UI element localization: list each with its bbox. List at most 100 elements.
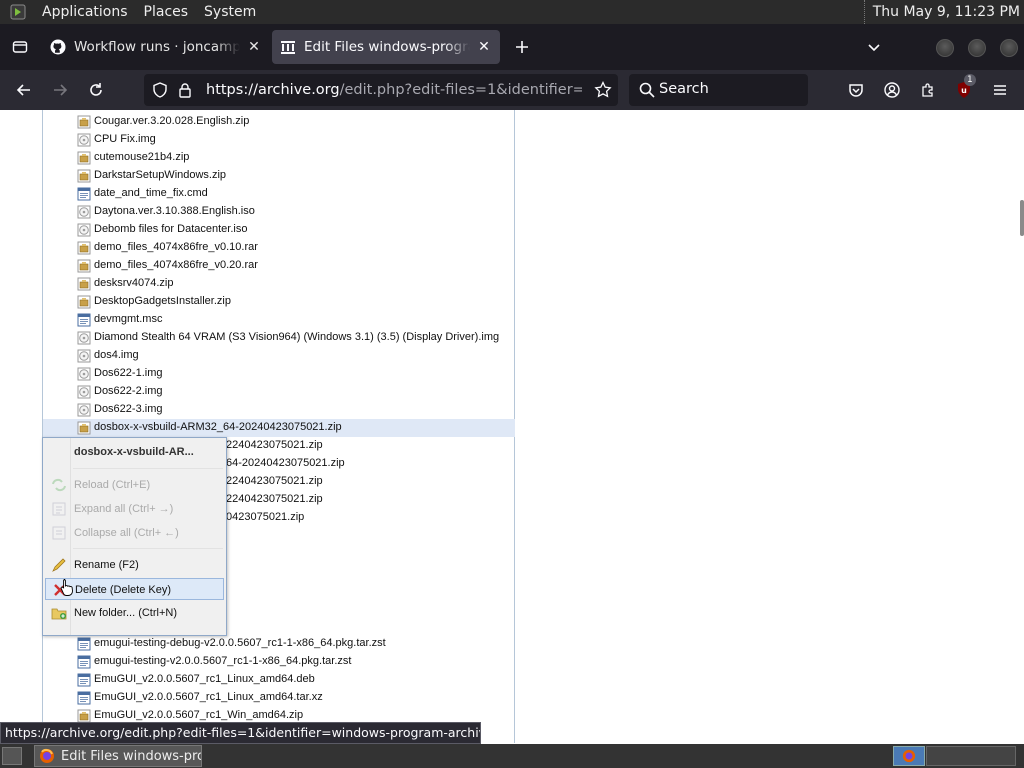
close-window-button[interactable] bbox=[1000, 39, 1018, 57]
file-name: 2240423075021.zip bbox=[226, 475, 323, 487]
back-button[interactable] bbox=[10, 76, 38, 104]
applications-logo-icon[interactable] bbox=[8, 3, 28, 21]
tree-row[interactable]: cutemouse21b4.zip bbox=[43, 149, 515, 167]
url-bar[interactable]: https://archive.org/edit.php?edit-files=… bbox=[144, 74, 618, 106]
disk-image-icon bbox=[77, 133, 91, 147]
context-menu-item-pencil[interactable]: Rename (F2) bbox=[45, 554, 224, 576]
tree-row[interactable]: demo_files_4074x86fre_v0.10.rar bbox=[43, 239, 515, 257]
tab-edit-files[interactable]: Edit Files windows-program-archive ✕ bbox=[272, 30, 500, 64]
close-tab-icon[interactable]: ✕ bbox=[476, 39, 492, 55]
disk-image-icon bbox=[77, 367, 91, 381]
file-name: 0423075021.zip bbox=[226, 511, 305, 523]
lock-icon[interactable] bbox=[178, 82, 192, 102]
file-name: devmgmt.msc bbox=[94, 313, 163, 325]
menu-places[interactable]: Places bbox=[136, 0, 197, 24]
tree-row-selected[interactable]: dosbox-x-vsbuild-ARM32_64-20240423075021… bbox=[43, 419, 515, 437]
tree-row[interactable]: desksrv4074.zip bbox=[43, 275, 515, 293]
tracking-protection-shield-icon[interactable] bbox=[152, 82, 168, 102]
extensions-button[interactable] bbox=[914, 76, 942, 104]
tab-workflow-runs[interactable]: Workflow runs · joncampbell123/dosbox-x … bbox=[42, 30, 270, 64]
github-icon bbox=[50, 39, 66, 55]
tree-row[interactable]: EmuGUI_v2.0.0.5607_rc1_Linux_amd64.tar.x… bbox=[43, 689, 515, 707]
tree-row[interactable]: emugui-testing-debug-v2.0.0.5607_rc1-1-x… bbox=[43, 635, 515, 653]
tree-row[interactable]: emugui-testing-v2.0.0.5607_rc1-1-x86_64.… bbox=[43, 653, 515, 671]
search-placeholder: Search bbox=[659, 81, 709, 97]
bookmark-star-icon[interactable] bbox=[594, 80, 612, 103]
tree-row[interactable]: date_and_time_fix.cmd bbox=[43, 185, 515, 203]
file-name: 2240423075021.zip bbox=[226, 439, 323, 451]
disk-image-icon bbox=[77, 385, 91, 399]
page-scrollbar-thumb[interactable] bbox=[1020, 200, 1024, 236]
menu-system[interactable]: System bbox=[196, 0, 264, 24]
disk-image-icon bbox=[77, 205, 91, 219]
disk-image-icon bbox=[77, 223, 91, 237]
taskbar-firefox-window[interactable]: Edit Files windows-program-archive bbox=[34, 745, 202, 767]
text-file-icon bbox=[77, 691, 91, 705]
app-menu-button[interactable] bbox=[986, 76, 1014, 104]
text-file-icon bbox=[77, 637, 91, 651]
tree-row[interactable]: Diamond Stealth 64 VRAM (S3 Vision964) (… bbox=[43, 329, 515, 347]
ublock-origin-button[interactable]: u 1 bbox=[950, 74, 978, 104]
file-name: Debomb files for Datacenter.iso bbox=[94, 223, 248, 235]
tree-row[interactable]: Dos622-1.img bbox=[43, 365, 515, 383]
firefox-view-icon bbox=[12, 41, 28, 53]
file-name: DesktopGadgetsInstaller.zip bbox=[94, 295, 231, 307]
tree-row[interactable]: Debomb files for Datacenter.iso bbox=[43, 221, 515, 239]
close-tab-icon[interactable]: ✕ bbox=[246, 39, 262, 55]
taskbar-task-label: Edit Files windows-program-archive bbox=[61, 748, 201, 764]
tree-row[interactable]: DarkstarSetupWindows.zip bbox=[43, 167, 515, 185]
text-file-icon bbox=[77, 655, 91, 669]
tree-row[interactable]: Cougar.ver.3.20.028.English.zip bbox=[43, 113, 515, 131]
tab-strip: Workflow runs · joncampbell123/dosbox-x … bbox=[0, 24, 1024, 70]
list-all-tabs-button[interactable] bbox=[860, 24, 888, 70]
text-file-icon bbox=[77, 673, 91, 687]
archive-org-icon bbox=[280, 39, 296, 55]
workspace-2-button[interactable] bbox=[926, 746, 1016, 766]
pocket-icon bbox=[849, 84, 863, 97]
search-icon bbox=[639, 82, 655, 102]
context-menu-item-label: Expand all (Ctrl+ →) bbox=[74, 503, 174, 515]
context-menu-item-label: Collapse all (Ctrl+ ←) bbox=[74, 527, 179, 539]
tree-row[interactable]: demo_files_4074x86fre_v0.20.rar bbox=[43, 257, 515, 275]
text-file-icon bbox=[77, 187, 91, 201]
plus-icon bbox=[516, 41, 528, 53]
link-status-tooltip: https://archive.org/edit.php?edit-files=… bbox=[0, 722, 481, 744]
tree-row[interactable]: CPU Fix.img bbox=[43, 131, 515, 149]
menu-separator bbox=[73, 548, 223, 549]
context-menu: dosbox-x-vsbuild-AR... Reload (Ctrl+E) Ex… bbox=[42, 437, 227, 636]
firefox-view-button[interactable] bbox=[0, 24, 40, 70]
forward-button[interactable] bbox=[46, 76, 74, 104]
file-name: EmuGUI_v2.0.0.5607_rc1_Linux_amd64.tar.x… bbox=[94, 691, 323, 703]
context-menu-item-label: Rename (F2) bbox=[74, 559, 139, 571]
tree-row[interactable]: Dos622-2.img bbox=[43, 383, 515, 401]
reload-icon bbox=[51, 478, 67, 492]
context-menu-item-reload[interactable]: Reload (Ctrl+E) bbox=[45, 474, 224, 496]
tree-row[interactable]: DesktopGadgetsInstaller.zip bbox=[43, 293, 515, 311]
firefox-icon bbox=[902, 749, 916, 763]
context-menu-item-collapse-all[interactable]: Collapse all (Ctrl+ ←) bbox=[45, 522, 224, 544]
pocket-button[interactable] bbox=[842, 76, 870, 104]
search-bar[interactable]: Search bbox=[629, 74, 808, 106]
tree-row[interactable]: Daytona.ver.3.10.388.English.iso bbox=[43, 203, 515, 221]
context-menu-item-new-folder[interactable]: New folder... (Ctrl+N) bbox=[45, 602, 224, 624]
menu-applications[interactable]: Applications bbox=[34, 0, 136, 24]
pencil-icon bbox=[51, 558, 67, 572]
tree-row[interactable]: EmuGUI_v2.0.0.5607_rc1_Linux_amd64.deb bbox=[43, 671, 515, 689]
context-menu-item-expand-all[interactable]: Expand all (Ctrl+ →) bbox=[45, 498, 224, 520]
tree-row[interactable]: devmgmt.msc bbox=[43, 311, 515, 329]
file-name: emugui-testing-debug-v2.0.0.5607_rc1-1-x… bbox=[94, 637, 386, 649]
reload-icon bbox=[90, 83, 102, 96]
panel-clock[interactable]: Thu May 9, 11:23 PM bbox=[863, 0, 1020, 24]
new-tab-button[interactable] bbox=[504, 30, 540, 64]
minimize-window-button[interactable] bbox=[936, 39, 954, 57]
tab-title: Workflow runs · joncampbell123/dosbox-x bbox=[74, 39, 240, 55]
account-button[interactable] bbox=[878, 76, 906, 104]
tree-row[interactable]: Dos622-3.img bbox=[43, 401, 515, 419]
disk-image-icon bbox=[77, 349, 91, 363]
context-menu-item-label: Delete (Delete Key) bbox=[75, 584, 171, 596]
show-desktop-button[interactable] bbox=[2, 747, 22, 765]
reload-button[interactable] bbox=[82, 76, 110, 104]
workspace-1-button[interactable] bbox=[893, 746, 925, 766]
tree-row[interactable]: dos4.img bbox=[43, 347, 515, 365]
maximize-window-button[interactable] bbox=[968, 39, 986, 57]
